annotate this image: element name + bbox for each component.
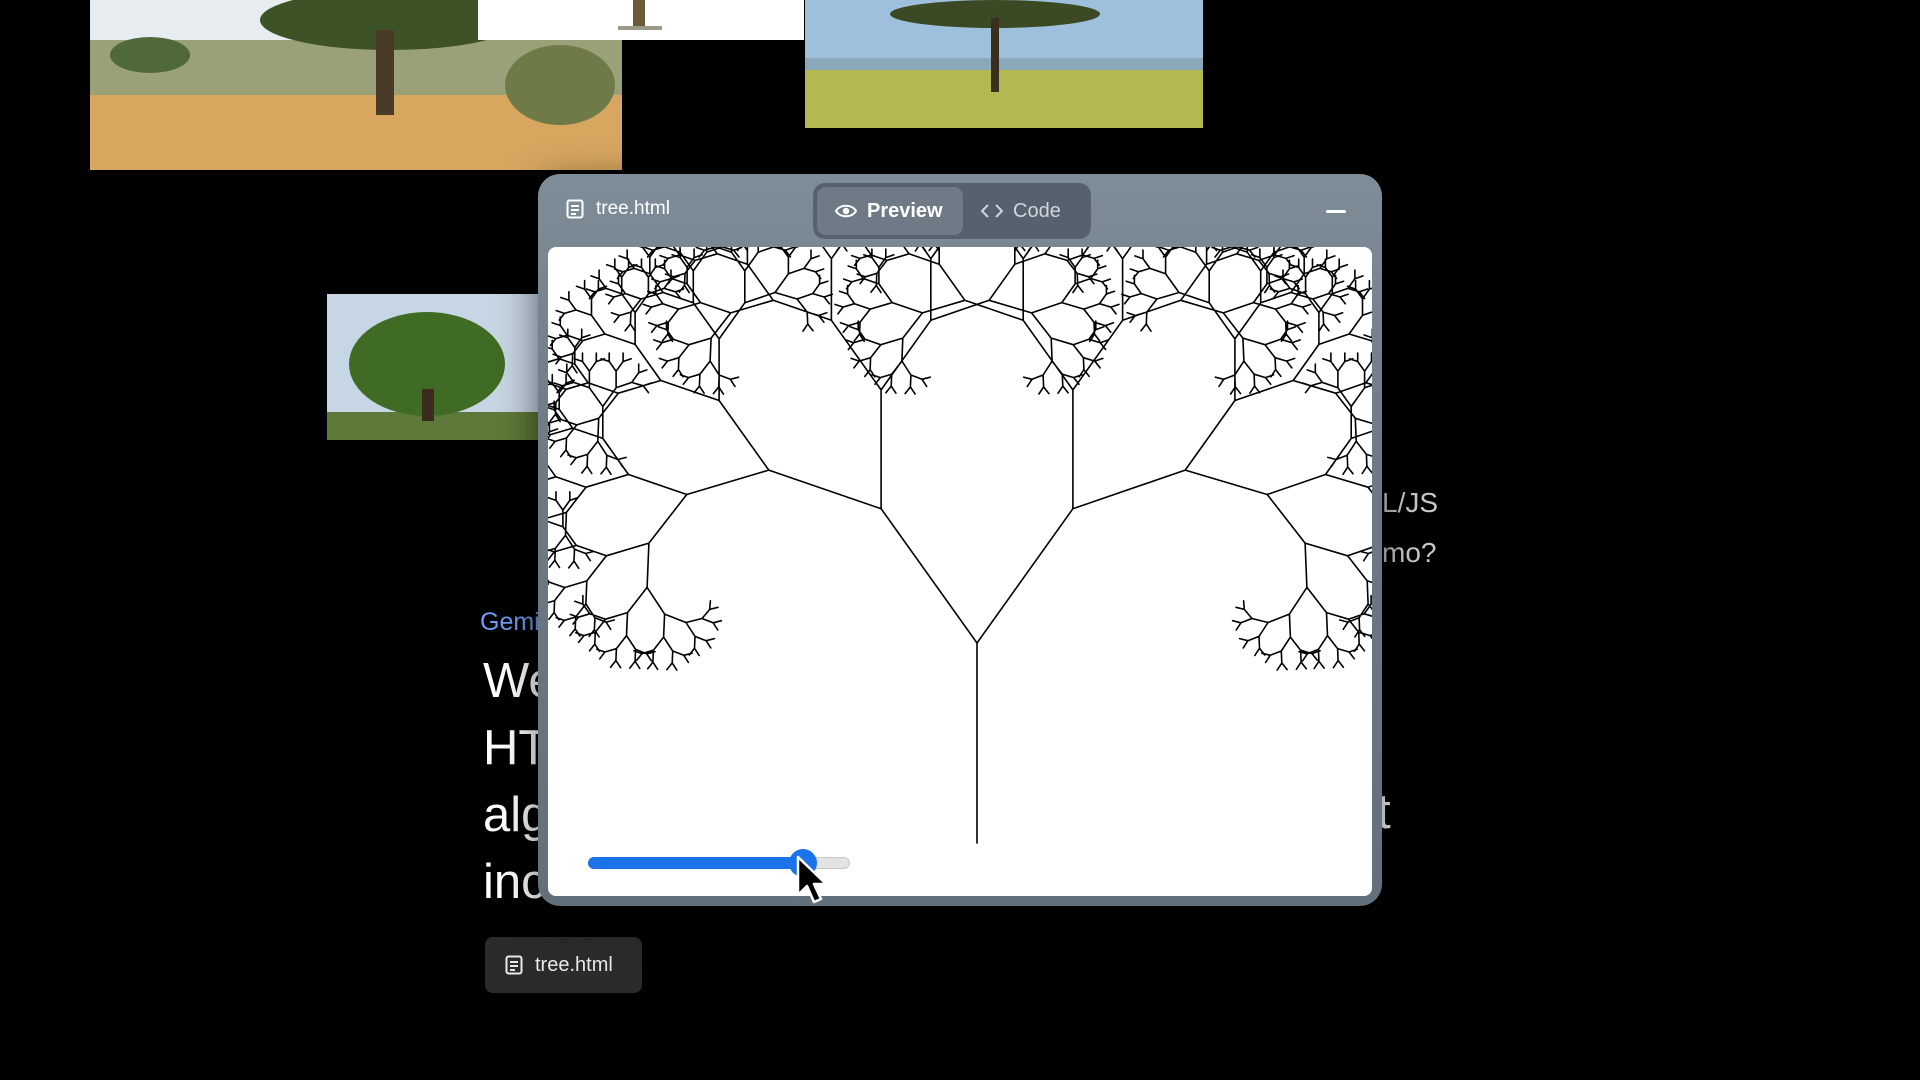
window-file-name: tree.html (596, 198, 670, 219)
eye-icon (835, 204, 857, 218)
oak-tree-photo (327, 294, 542, 440)
mouse-cursor-icon (796, 855, 828, 904)
prompt-line: mo? (1382, 537, 1437, 568)
prompt-text-tail: L/JS mo? (1382, 478, 1438, 578)
attachment-chip[interactable]: tree.html (485, 937, 642, 993)
attachment-label: tree.html (535, 953, 613, 976)
document-icon (566, 199, 584, 219)
tab-code-label: Code (1013, 199, 1061, 222)
acacia-tree-photo (805, 0, 1203, 128)
window-title: tree.html (566, 198, 670, 220)
tab-preview-label: Preview (867, 199, 943, 222)
minimize-button[interactable] (1326, 210, 1346, 213)
preview-window: tree.html Preview Code (538, 174, 1382, 906)
model-label: Gemi (480, 608, 540, 636)
tab-code[interactable]: Code (963, 187, 1079, 235)
view-toggle: Preview Code (813, 183, 1091, 239)
tab-preview[interactable]: Preview (817, 187, 963, 235)
prompt-line: L/JS (1382, 487, 1439, 518)
code-icon (981, 204, 1003, 218)
fractal-tree (548, 247, 1372, 844)
document-icon (505, 955, 523, 975)
slider-fill (588, 857, 803, 869)
tree-branches (548, 247, 1372, 844)
preview-canvas (548, 247, 1372, 896)
tree-photo-2 (478, 0, 804, 40)
